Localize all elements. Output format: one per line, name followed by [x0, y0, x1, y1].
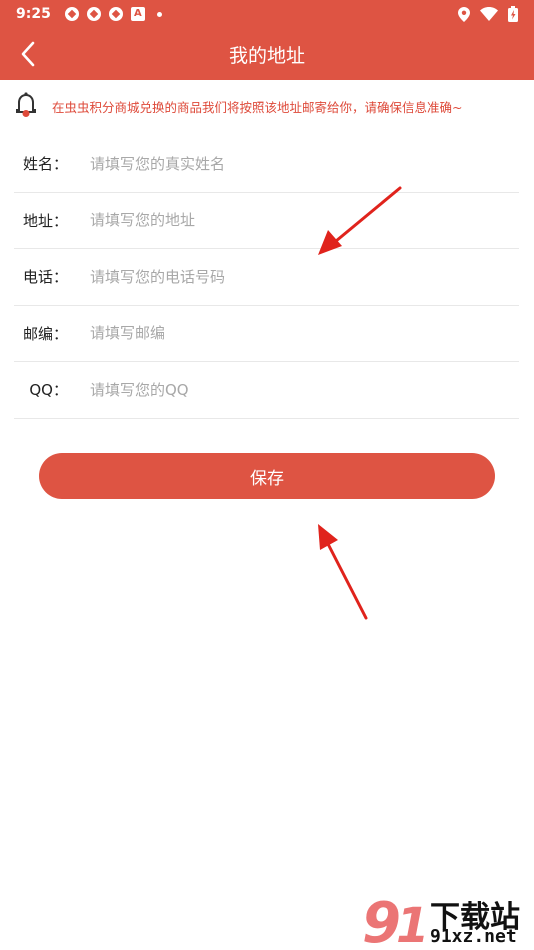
watermark: 9 1 下载站 91xz.net — [360, 890, 534, 950]
location-icon — [458, 6, 470, 22]
app-notification-icon — [86, 7, 101, 21]
more-notifications-dot-icon — [156, 11, 162, 17]
notice-banner: 在虫虫积分商城兑换的商品我们将按照该地址邮寄给你，请确保信息准确~ — [0, 80, 534, 132]
status-time: 9:25 — [16, 6, 51, 22]
phone-label: 电话： — [22, 268, 68, 287]
app-notification-icon — [108, 7, 123, 21]
name-row: 姓名： — [14, 136, 519, 193]
notice-text: 在虫虫积分商城兑换的商品我们将按照该地址邮寄给你，请确保信息准确~ — [52, 99, 463, 115]
annotation-arrow-icon — [318, 186, 402, 255]
a-notification-icon: A — [130, 7, 145, 21]
save-button[interactable]: 保存 — [39, 453, 495, 499]
zipcode-row: 邮编： — [14, 306, 519, 362]
app-bar: 我的地址 — [0, 28, 534, 80]
watermark-domain: 91xz.net — [430, 926, 517, 947]
battery-icon — [508, 6, 518, 22]
annotation-arrow-icon — [318, 524, 368, 620]
phone-row: 电话： — [14, 249, 519, 306]
bell-icon — [16, 92, 36, 117]
app-notification-icon — [64, 7, 79, 21]
page-title: 我的地址 — [228, 44, 305, 67]
name-label: 姓名： — [22, 155, 68, 174]
qq-input[interactable] — [90, 380, 519, 399]
name-input[interactable] — [90, 154, 519, 173]
wifi-icon — [480, 7, 498, 21]
watermark-logo-icon: 9 1 — [362, 891, 429, 950]
qq-row: QQ： — [14, 362, 519, 419]
phone-input[interactable] — [90, 267, 519, 286]
address-label: 地址： — [22, 211, 68, 230]
address-row: 地址： — [14, 193, 519, 249]
status-bar: 9:25 A — [0, 0, 534, 28]
back-button[interactable] — [14, 40, 42, 68]
zipcode-label: 邮编： — [22, 324, 68, 343]
chevron-left-icon — [21, 41, 35, 67]
address-form: 姓名： 地址： 电话： 邮编： QQ： — [14, 136, 519, 419]
zipcode-input[interactable] — [90, 324, 519, 343]
address-input[interactable] — [90, 211, 519, 230]
svg-text:1: 1 — [396, 898, 429, 950]
qq-label: QQ： — [29, 381, 68, 400]
